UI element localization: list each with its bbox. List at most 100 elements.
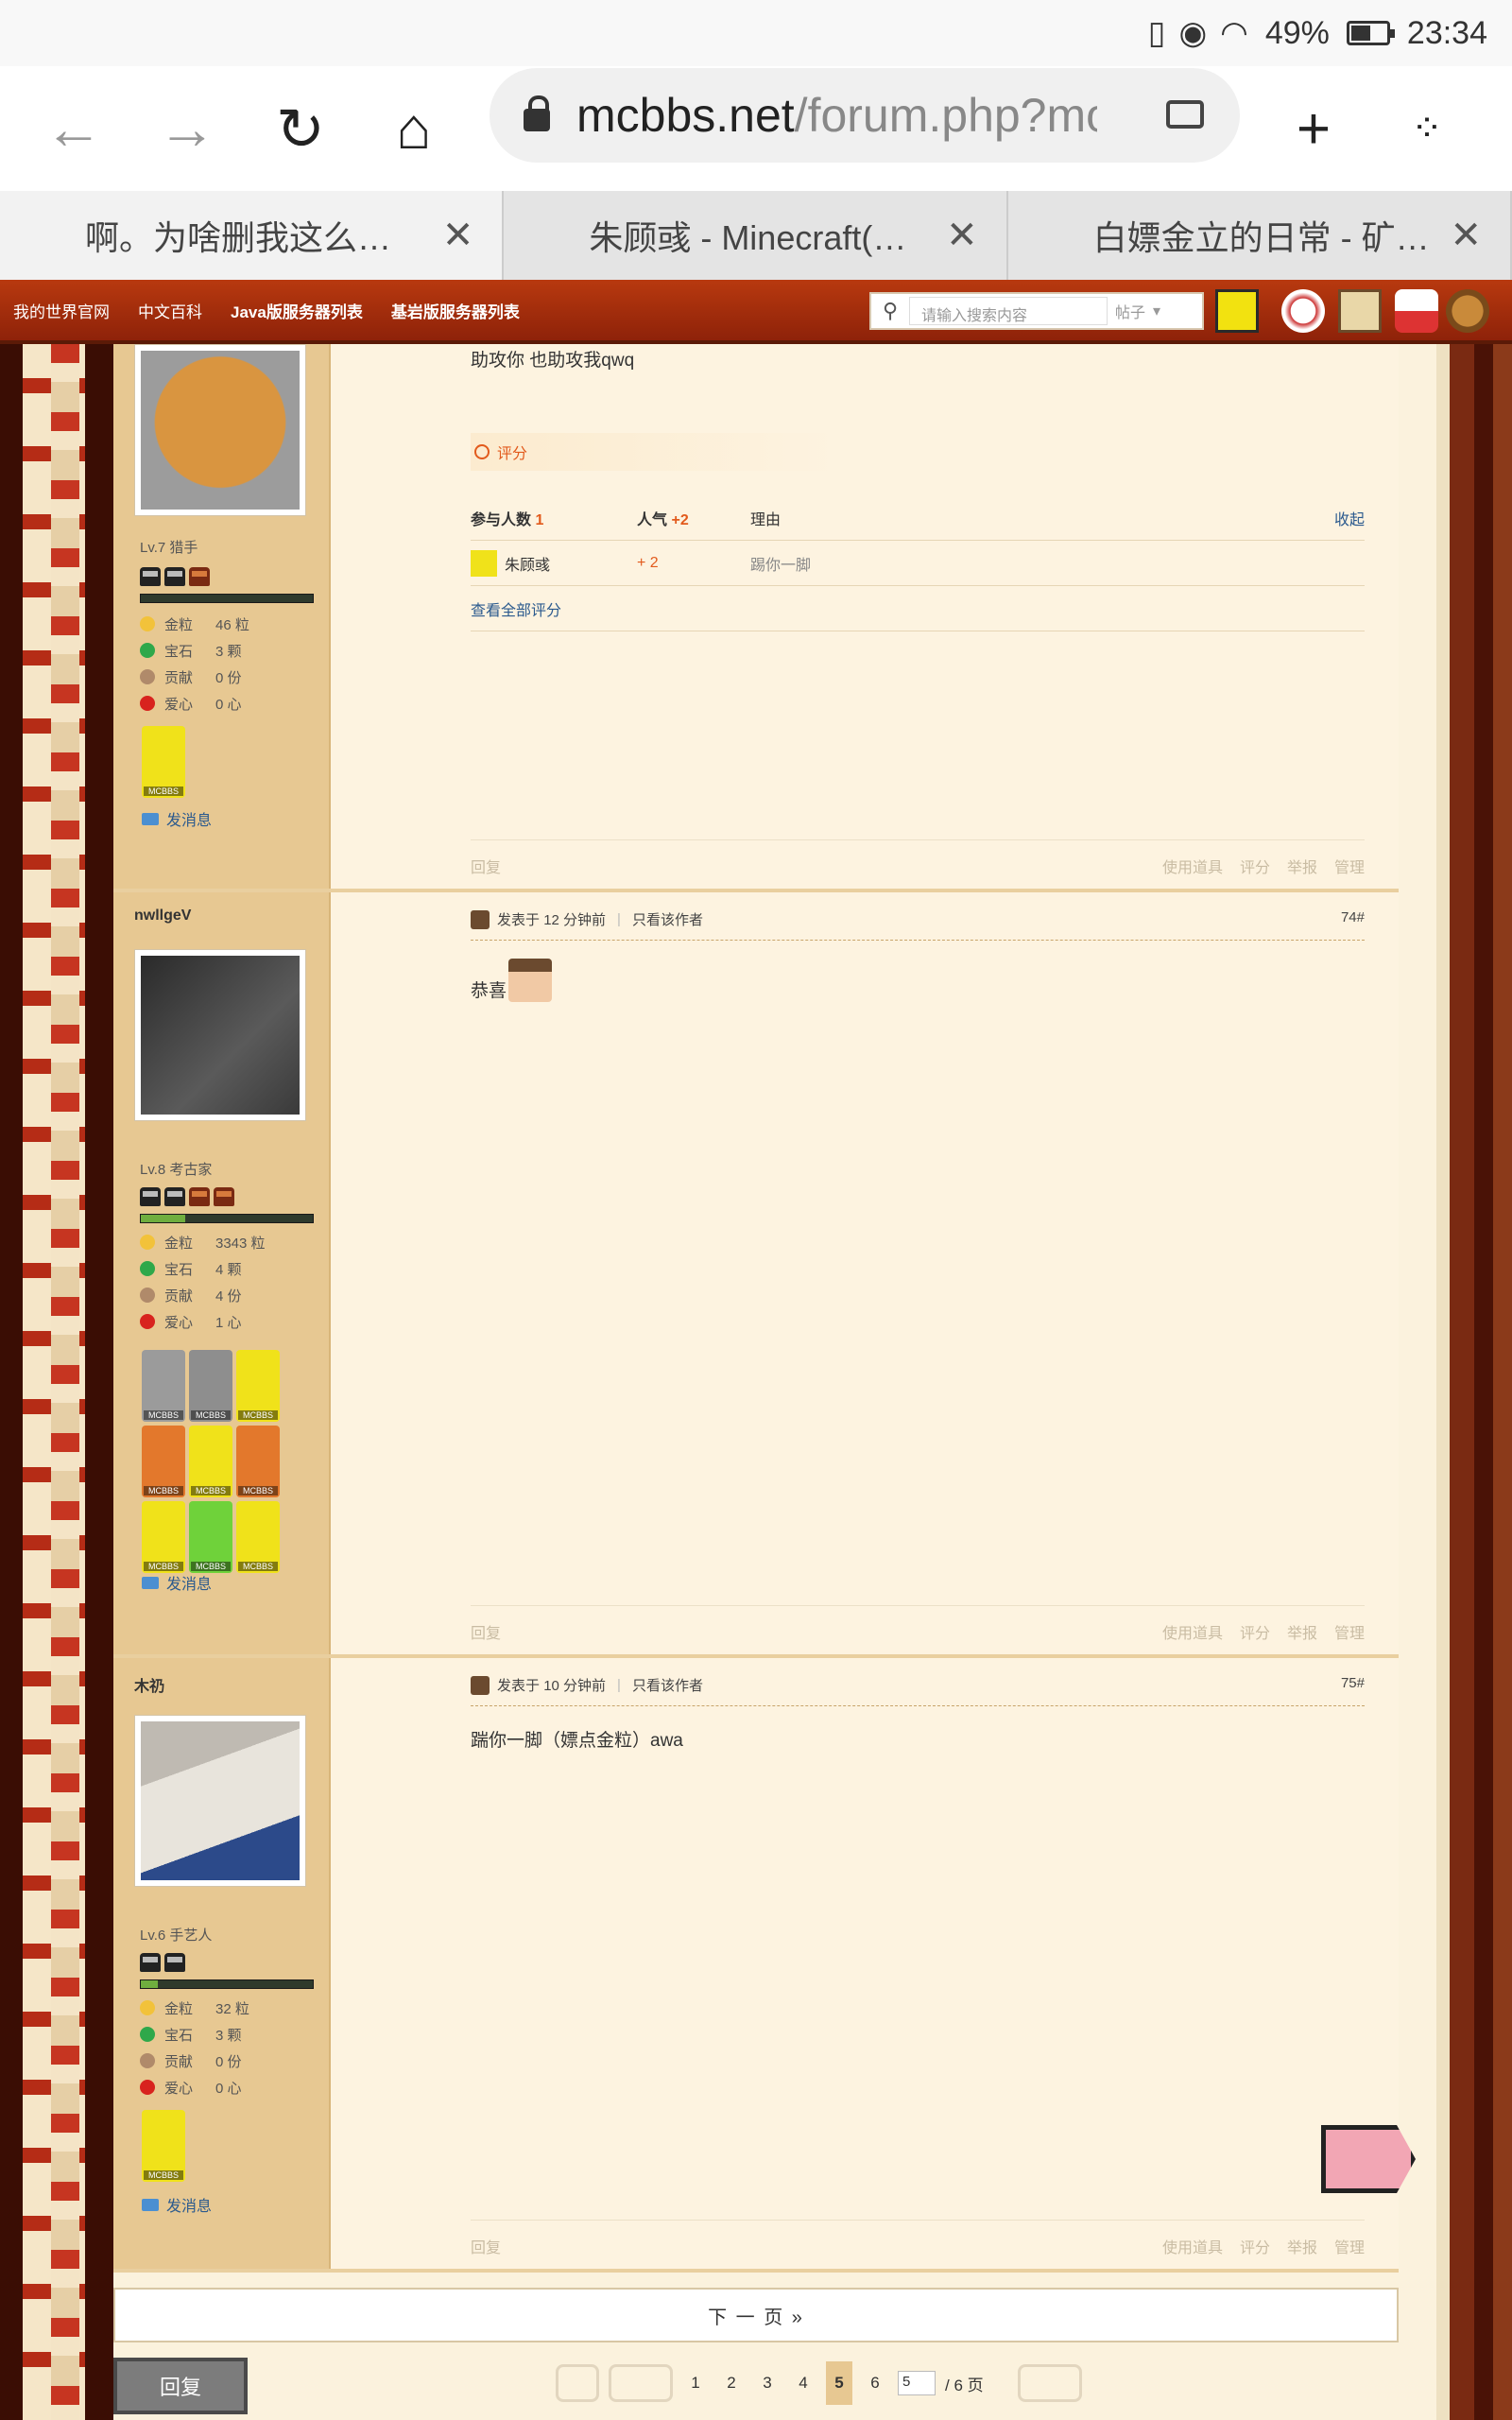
- post-meta: 发表于 12 分钟前 | 只看该作者: [471, 909, 703, 929]
- page-link[interactable]: 1: [682, 2361, 709, 2405]
- search-scope-select[interactable]: 帖子: [1115, 300, 1145, 322]
- nav-link[interactable]: 中文百科: [138, 299, 202, 322]
- potion-icon[interactable]: [1395, 289, 1438, 333]
- floor-number[interactable]: 74#: [1341, 909, 1365, 925]
- post-text: 助攻你 也助攻我qwq: [471, 351, 635, 371]
- reload-icon[interactable]: ↻: [244, 72, 357, 185]
- anniversary-medal-icon[interactable]: MCBBS: [236, 1426, 280, 1497]
- report-link[interactable]: 举报: [1287, 860, 1317, 876]
- view-all-ratings-link[interactable]: 查看全部评分: [471, 586, 1365, 631]
- page-list: 1 2 3 4 5 6 5 / 6 页: [556, 2361, 1082, 2405]
- rate-link[interactable]: 评分: [1240, 2240, 1270, 2256]
- cat-keyboard-avatar-image: [141, 1721, 300, 1880]
- browser-tab[interactable]: 朱顾彧 - Minecraft(… ✕: [504, 191, 1008, 280]
- reply-link[interactable]: 回复: [471, 2235, 501, 2257]
- menu-icon[interactable]: ⁘: [1370, 72, 1484, 185]
- pickaxe-medal-icon[interactable]: MCBBS: [189, 1426, 232, 1497]
- fire-medal-icon[interactable]: MCBBS: [142, 1350, 185, 1422]
- use-item-link[interactable]: 使用道具: [1162, 1626, 1223, 1642]
- send-message-link[interactable]: 发消息: [142, 2193, 212, 2216]
- manage-link[interactable]: 管理: [1334, 1626, 1365, 1642]
- reply-link[interactable]: 回复: [471, 855, 501, 877]
- helmet-medal-icon[interactable]: MCBBS: [142, 1501, 185, 1573]
- manage-link[interactable]: 管理: [1334, 2240, 1365, 2256]
- close-icon[interactable]: ✕: [1450, 214, 1482, 257]
- nav-link[interactable]: 基岩版服务器列表: [391, 299, 520, 322]
- rating-row: 朱顾彧 + 2 踢你一脚: [471, 541, 1365, 586]
- browser-tab[interactable]: 啊。为啥删我这么… ✕: [0, 191, 505, 280]
- post-body: 发表于 12 分钟前 | 只看该作者 74# 恭喜 回复 使用道具 评分 举报 管理: [331, 892, 1399, 1654]
- rating-user[interactable]: 朱顾彧: [505, 552, 550, 575]
- user-level: Lv.7 猎手: [140, 540, 198, 556]
- site-header: 我的世界官网 中文百科 Java版服务器列表 基岩版服务器列表 ⚲ 请输入搜索内…: [0, 280, 1512, 344]
- username[interactable]: 木礽: [134, 1673, 164, 1696]
- avatar[interactable]: [134, 344, 306, 516]
- username[interactable]: nwllgeV: [134, 908, 191, 925]
- gold-ingot-medal-icon[interactable]: MCBBS: [189, 1501, 232, 1573]
- user-stats: 金粒 46 粒 宝石 3 颗 贡献 0 份 爱心 0 心: [140, 611, 249, 717]
- page-link[interactable]: 6: [862, 2361, 888, 2405]
- page-link[interactable]: 4: [790, 2361, 816, 2405]
- cookie-icon[interactable]: [1446, 289, 1489, 333]
- home-icon[interactable]: ⌂: [357, 72, 471, 185]
- right-decoration: [1436, 344, 1512, 2420]
- compass-medal-icon[interactable]: MCBBS: [189, 1350, 232, 1422]
- manage-link[interactable]: 管理: [1334, 860, 1365, 876]
- emerald-icon: [140, 2027, 155, 2042]
- address-bar[interactable]: mcbbs.net /forum.php?mod: [490, 68, 1240, 163]
- new-tab-icon[interactable]: +: [1257, 72, 1370, 185]
- post-time: 10 分钟前: [543, 1678, 607, 1694]
- search-input[interactable]: 请输入搜索内容: [909, 297, 1108, 325]
- browser-tab[interactable]: 白嫖金立的日常 - 矿… ✕: [1008, 191, 1512, 280]
- floor-number[interactable]: 75#: [1341, 1675, 1365, 1691]
- crafting-table-icon[interactable]: [1338, 289, 1382, 333]
- use-item-link[interactable]: 使用道具: [1162, 860, 1223, 876]
- reply-button[interactable]: 回复: [113, 2358, 248, 2414]
- pickaxe-medal-icon[interactable]: MCBBS: [142, 2110, 185, 2182]
- rate-link[interactable]: 评分: [1240, 1626, 1270, 1642]
- user-avatar-icon[interactable]: [1215, 289, 1259, 333]
- forward-icon[interactable]: →: [130, 72, 244, 185]
- next-page-button[interactable]: 下 一 页 »: [113, 2288, 1399, 2342]
- only-author-link[interactable]: 只看该作者: [632, 1675, 703, 1695]
- pickaxe-medal-icon[interactable]: MCBBS: [236, 1350, 280, 1422]
- nav-link[interactable]: Java版服务器列表: [231, 299, 363, 322]
- plant-medal-icon[interactable]: MCBBS: [142, 1426, 185, 1497]
- page-jump-input[interactable]: 5: [898, 2371, 936, 2395]
- return-list-icon[interactable]: [556, 2364, 599, 2402]
- report-link[interactable]: 举报: [1287, 2240, 1317, 2256]
- avatar[interactable]: [134, 949, 306, 1121]
- nav-link[interactable]: 我的世界官网: [13, 299, 110, 322]
- search-box: ⚲ 请输入搜索内容 帖子 ▾: [869, 292, 1204, 330]
- reply-link[interactable]: 回复: [471, 1620, 501, 1643]
- back-icon[interactable]: ←: [17, 72, 130, 185]
- close-icon[interactable]: ✕: [946, 214, 978, 257]
- level-progress-bar: [140, 594, 314, 603]
- rate-link[interactable]: 评分: [1240, 860, 1270, 876]
- post-body: 发表于 10 分钟前 | 只看该作者 75# 踹你一脚（嫖点金粒）awa 回复 …: [331, 1658, 1399, 2269]
- minecart-icon: [214, 1187, 234, 1206]
- page-link[interactable]: 3: [754, 2361, 781, 2405]
- cake-icon[interactable]: [1281, 289, 1325, 333]
- user-stats: 金粒 3343 粒 宝石 4 颗 贡献 4 份 爱心 1 心: [140, 1229, 266, 1335]
- next-page-icon[interactable]: [1017, 2364, 1082, 2402]
- search-icon[interactable]: ⚲: [871, 293, 909, 329]
- previous-page-icon[interactable]: [609, 2364, 673, 2402]
- page-link[interactable]: 2: [718, 2361, 745, 2405]
- reader-mode-icon[interactable]: [1166, 100, 1204, 129]
- report-link[interactable]: 举报: [1287, 1626, 1317, 1642]
- minecart-icon: [189, 567, 210, 586]
- back-to-top-flag-icon[interactable]: [1321, 2125, 1416, 2193]
- chevron-down-icon[interactable]: ▾: [1153, 302, 1160, 320]
- diamond-pickaxe-medal-icon[interactable]: MCBBS: [236, 1501, 280, 1573]
- minecart-icon: [140, 567, 161, 586]
- use-item-link[interactable]: 使用道具: [1162, 2240, 1223, 2256]
- pickaxe-medal-icon[interactable]: MCBBS: [142, 726, 185, 798]
- send-message-link[interactable]: 发消息: [142, 1571, 212, 1594]
- close-icon[interactable]: ✕: [442, 214, 474, 257]
- send-message-link[interactable]: 发消息: [142, 807, 212, 830]
- collapse-link[interactable]: 收起: [1334, 507, 1365, 529]
- contribution-icon: [140, 1288, 155, 1303]
- only-author-link[interactable]: 只看该作者: [632, 909, 703, 929]
- avatar[interactable]: [134, 1715, 306, 1887]
